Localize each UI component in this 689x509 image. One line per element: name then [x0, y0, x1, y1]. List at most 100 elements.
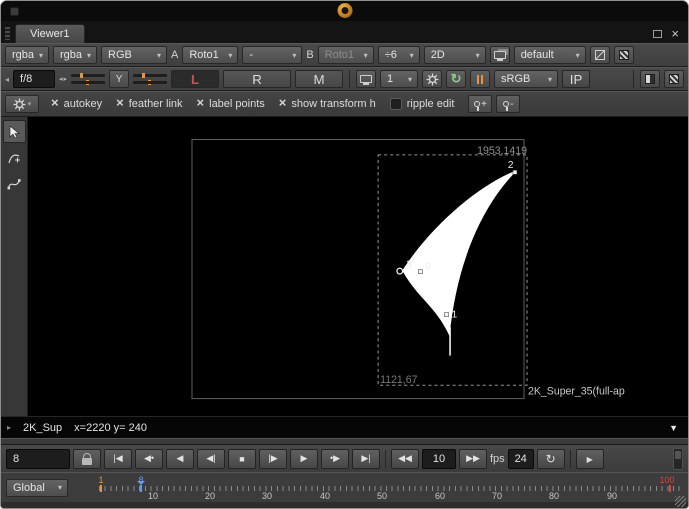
transport-bar: 8 |◀ ◀• ◀ ◀| ■ |▶ ▶ •▶ ▶| ◀◀ 10 ▶▶ fps 2… — [1, 444, 688, 472]
channels-dropdown[interactable]: RGB — [101, 46, 167, 64]
select-tool-button[interactable] — [3, 120, 26, 143]
gamma-slider-handle[interactable] — [142, 73, 145, 78]
view-mode-dropdown[interactable]: 2D — [424, 46, 486, 64]
timeline-ruler[interactable]: 10 20 30 40 50 60 70 80 90 1 8 100 — [93, 473, 680, 502]
viewport-canvas[interactable]: 2 3 0 1 1953,1419 1121,67 2K_Super_35(fu… — [28, 117, 688, 416]
checker-display-button[interactable] — [614, 46, 634, 64]
float-panel-icon[interactable] — [653, 30, 662, 38]
panel-grip-icon[interactable] — [5, 27, 10, 40]
jump-back-button[interactable]: ◀◀ — [391, 449, 419, 469]
jump-forward-icon: ▶▶ — [466, 453, 480, 464]
edit-curve-tool-button[interactable] — [3, 172, 26, 195]
monitor-out-button[interactable] — [490, 46, 510, 64]
show-transform-toggle[interactable]: show transform h — [279, 98, 376, 110]
gamma-slider-handle2[interactable] — [148, 80, 151, 85]
viewer-toolbar-row-2: f/8 Y L R M 1 sRGB IP — [1, 67, 688, 91]
info-grip-icon[interactable] — [7, 423, 11, 432]
remove-keyframe-button[interactable]: - — [496, 95, 520, 113]
lock-icon — [82, 458, 92, 465]
r-channel-button[interactable]: R — [223, 70, 291, 88]
r-channel-label: R — [252, 72, 262, 87]
resize-grip-icon[interactable] — [675, 496, 686, 507]
roto-settings-button[interactable]: ▾ — [5, 95, 39, 113]
next-keyframe-icon: •▶ — [330, 453, 340, 464]
flipbook-button[interactable] — [576, 449, 604, 469]
range-start-marker[interactable] — [100, 485, 102, 492]
info-dropdown-icon[interactable] — [669, 423, 678, 433]
l-channel-label: L — [191, 72, 199, 87]
fps-label: fps — [490, 453, 505, 465]
play-backward-button[interactable]: ◀ — [166, 449, 194, 469]
monitor-output-button[interactable] — [356, 70, 376, 88]
input-number-dropdown[interactable]: 1 — [380, 70, 418, 88]
m-channel-button[interactable]: M — [295, 70, 343, 88]
spline-point-1[interactable] — [445, 313, 449, 317]
tab-viewer1[interactable]: Viewer1 — [15, 24, 85, 43]
transport-scrollbar[interactable] — [673, 448, 683, 470]
colorspace-dropdown[interactable]: sRGB — [494, 70, 558, 88]
gain-field[interactable]: f/8 — [13, 70, 55, 88]
tick-label: 60 — [435, 491, 445, 501]
cube-icon — [595, 50, 605, 60]
input-b-label: B — [306, 49, 313, 61]
first-frame-button[interactable]: |◀ — [104, 449, 132, 469]
jump-forward-button[interactable]: ▶▶ — [459, 449, 487, 469]
luminance-toggle-button[interactable]: Y — [109, 70, 129, 88]
input-process-button[interactable]: IP — [562, 70, 590, 88]
input-b-dropdown[interactable]: Roto1 — [318, 46, 374, 64]
spline-point-0[interactable] — [418, 270, 422, 274]
next-keyframe-button[interactable]: •▶ — [321, 449, 349, 469]
wipe-mode-dropdown[interactable]: - — [242, 46, 302, 64]
gamma-slider[interactable] — [133, 72, 167, 86]
refresh-icon — [451, 73, 462, 85]
fps-field[interactable]: 24 — [508, 449, 534, 469]
prev-keyframe-button[interactable]: ◀• — [135, 449, 163, 469]
bbox-coord-bottom: 1121,67 — [380, 374, 417, 386]
gamma-display-button[interactable] — [664, 70, 684, 88]
gain-slider-handle2[interactable] — [86, 80, 89, 85]
range-end-marker[interactable] — [669, 485, 671, 492]
step-back-button[interactable]: ◀| — [197, 449, 225, 469]
tick-label: 20 — [205, 491, 215, 501]
gain-slider-handle[interactable] — [80, 73, 83, 78]
feather-point-3[interactable] — [397, 268, 403, 274]
refresh-button[interactable] — [446, 70, 466, 88]
feather-link-toggle[interactable]: feather link — [116, 98, 182, 110]
playhead-marker[interactable] — [140, 485, 142, 492]
step-forward-button[interactable]: |▶ — [259, 449, 287, 469]
pause-button[interactable] — [470, 70, 490, 88]
last-frame-button[interactable]: ▶| — [352, 449, 380, 469]
downrez-dropdown[interactable]: ÷6 — [378, 46, 420, 64]
stereo-display-button[interactable] — [590, 46, 610, 64]
current-frame-field[interactable]: 8 — [6, 449, 70, 469]
frame-range-dropdown[interactable]: Global — [6, 479, 68, 497]
monitor-icon — [360, 75, 372, 83]
spline-point-2[interactable] — [513, 170, 517, 174]
layer-b-dropdown[interactable]: rgba — [53, 46, 97, 64]
roi-button[interactable] — [422, 70, 442, 88]
roto-shape[interactable] — [402, 170, 517, 336]
add-keyframe-button[interactable]: + — [468, 95, 492, 113]
gain-slider[interactable] — [71, 72, 105, 86]
frame-increment-field[interactable]: 10 — [422, 449, 456, 469]
titlebar[interactable] — [1, 1, 688, 21]
layer-a-dropdown[interactable]: rgba — [5, 46, 49, 64]
ripple-edit-toggle[interactable]: ripple edit — [390, 98, 455, 110]
stop-button[interactable]: ■ — [228, 449, 256, 469]
loop-mode-button[interactable] — [537, 449, 565, 469]
clip-warning-button[interactable] — [640, 70, 660, 88]
play-forward-button[interactable]: ▶ — [290, 449, 318, 469]
close-icon[interactable] — [671, 29, 679, 39]
lock-range-button[interactable] — [73, 449, 101, 469]
viewport[interactable]: 2 3 0 1 1953,1419 1121,67 2K_Super_35(fu… — [28, 117, 688, 416]
l-channel-button[interactable]: L — [171, 70, 219, 88]
gain-spinner-icon[interactable] — [59, 75, 67, 83]
label-points-toggle[interactable]: label points — [197, 98, 265, 110]
input-a-dropdown[interactable]: Roto1 — [182, 46, 238, 64]
window-menu-icon[interactable] — [10, 7, 19, 16]
collapse-left-icon[interactable] — [5, 75, 9, 84]
stereo-mode-dropdown[interactable]: default — [514, 46, 586, 64]
autokey-toggle[interactable]: autokey — [51, 98, 102, 110]
draw-bezier-tool-button[interactable] — [3, 146, 26, 169]
input-number-value: 1 — [387, 73, 393, 85]
